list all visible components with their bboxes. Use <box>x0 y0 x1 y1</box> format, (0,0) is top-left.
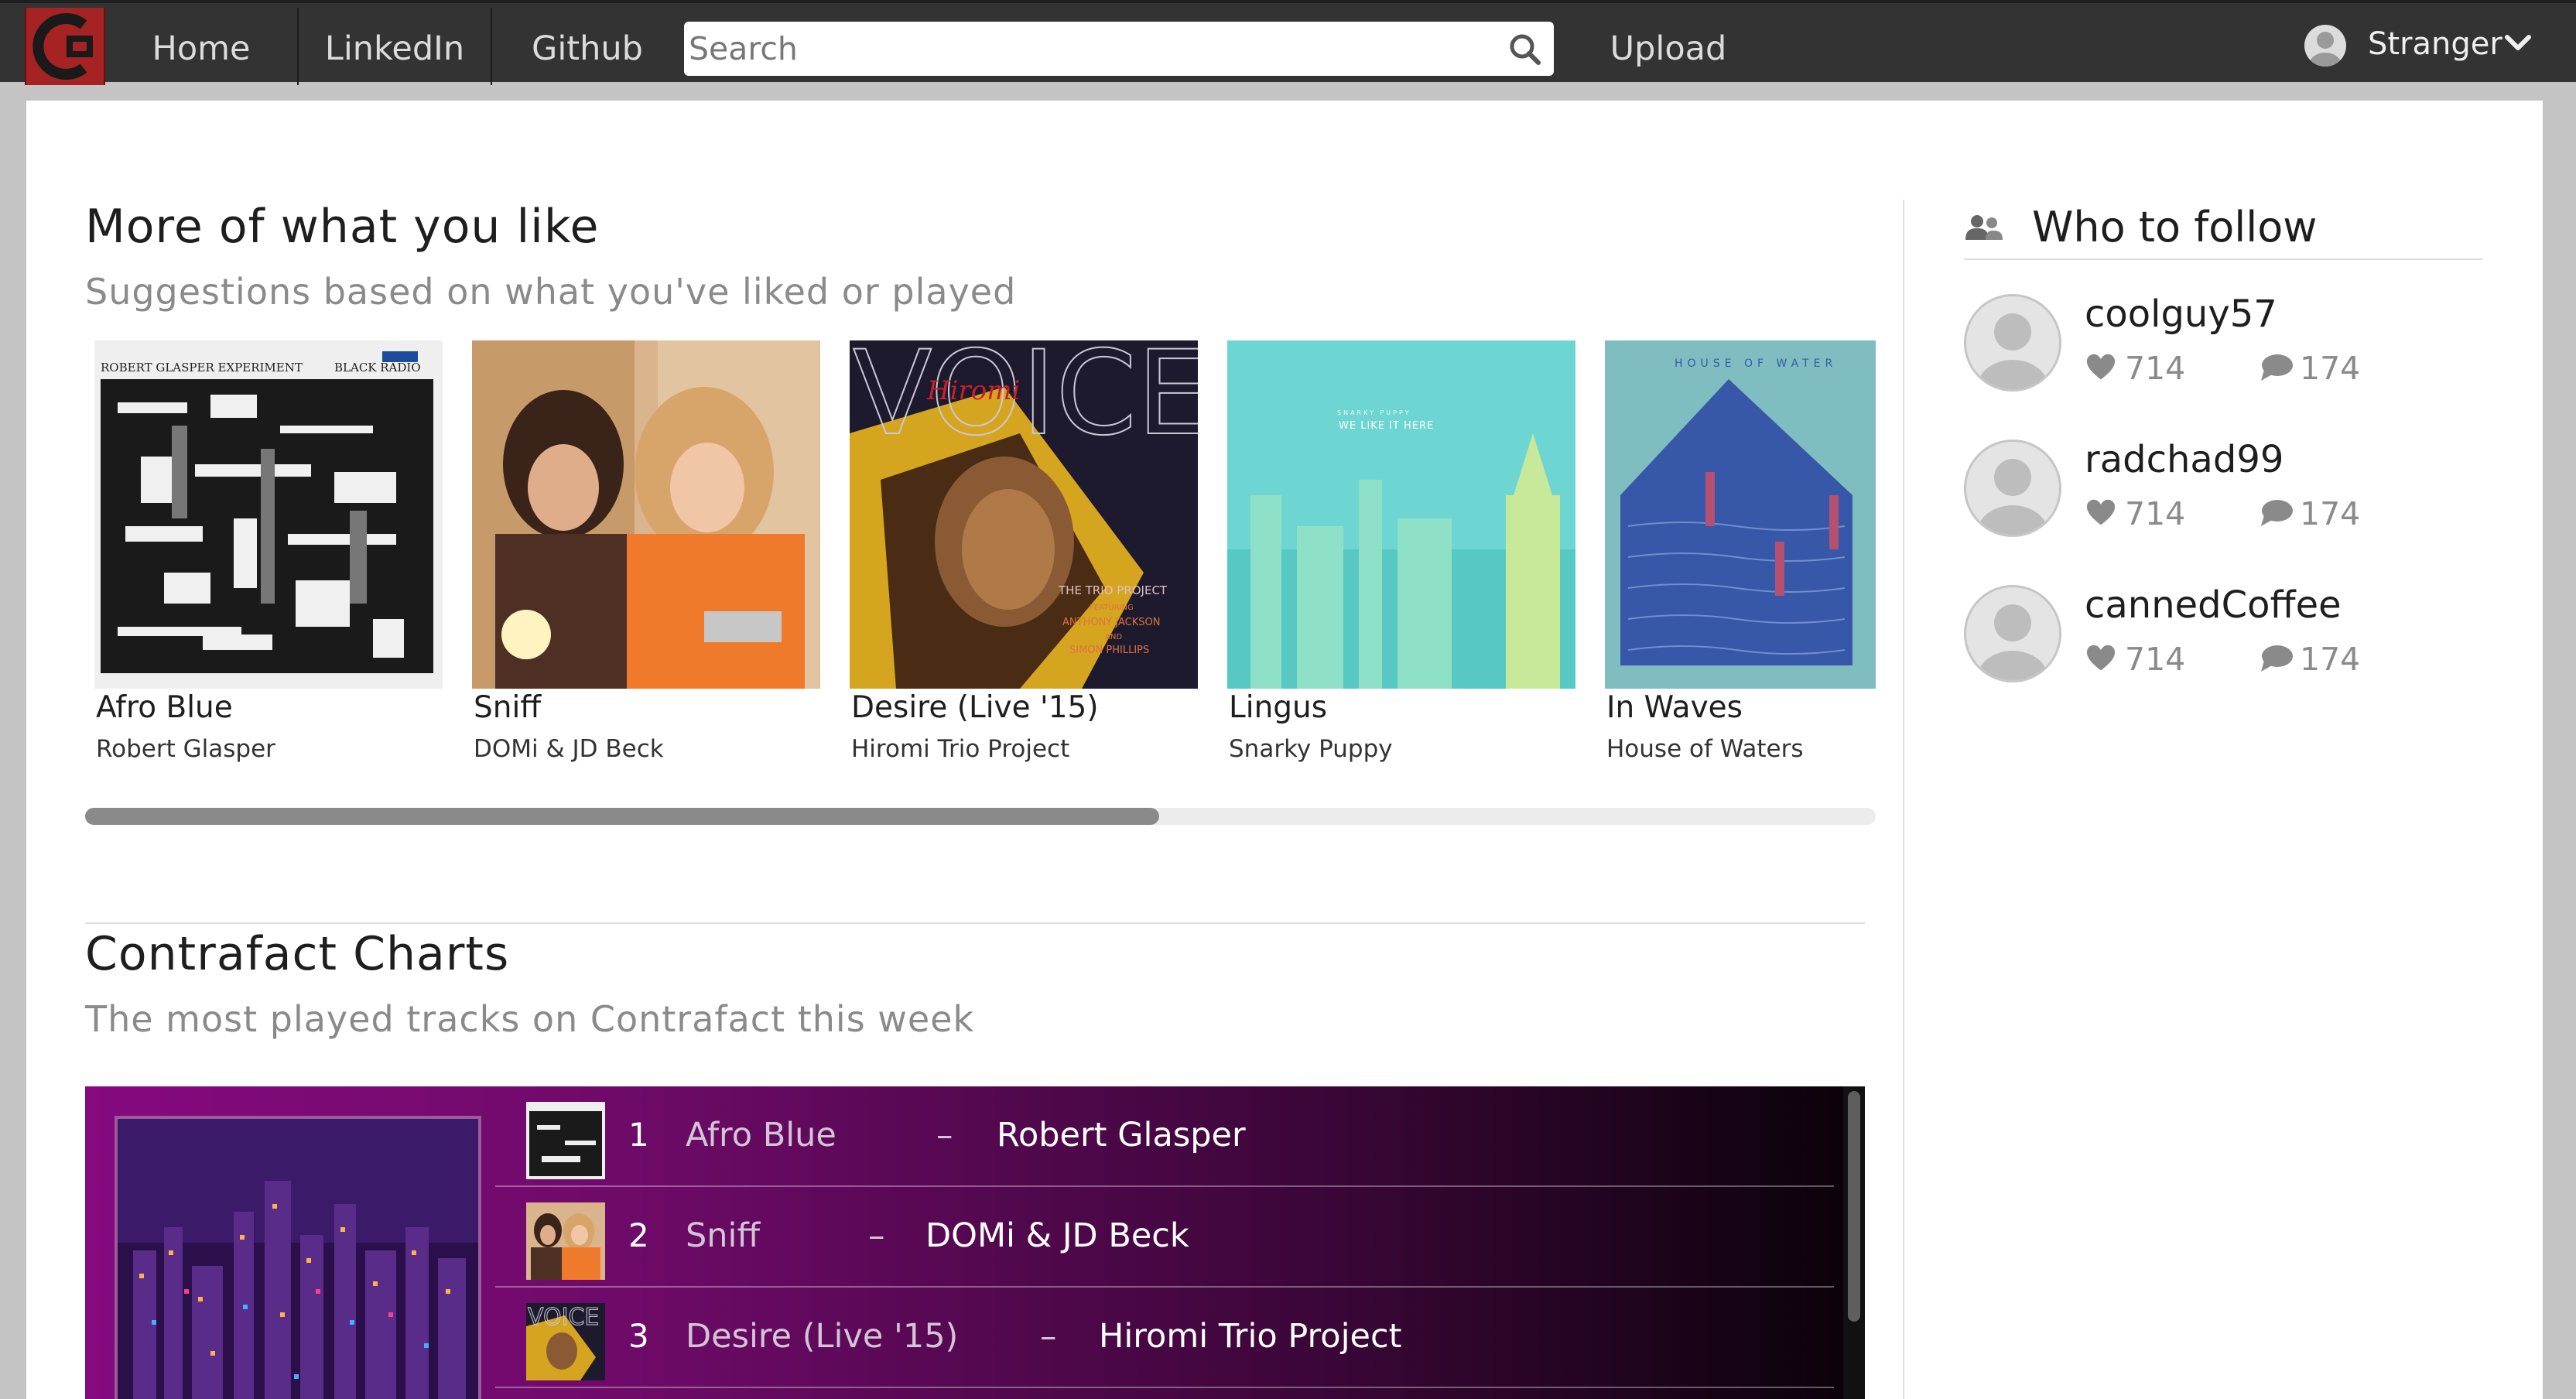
carousel-scroll-thumb[interactable] <box>85 808 1159 825</box>
album-cover[interactable]: SNARKY PUPPY WE LIKE IT HERE <box>1227 340 1575 689</box>
column-divider <box>1903 200 1904 1399</box>
svg-text:THE TRIO PROJECT: THE TRIO PROJECT <box>1058 583 1168 597</box>
svg-text:SIMON PHILLIPS: SIMON PHILLIPS <box>1069 645 1149 656</box>
album-artist[interactable]: House of Waters <box>1606 735 1804 763</box>
who-to-follow-header: Who to follow <box>1964 197 2482 260</box>
album-cover[interactable] <box>472 340 820 689</box>
chart-row[interactable]: VOICE 3 Desire (Live '15) – Hiromi Trio … <box>495 1288 1834 1388</box>
comment-icon <box>2261 645 2293 672</box>
follow-username[interactable]: radchad99 <box>2085 438 2284 481</box>
nav-home-link[interactable]: Home <box>105 8 297 85</box>
svg-text:VOICE: VOICE <box>853 340 1198 461</box>
follow-username[interactable]: cannedCoffee <box>2085 583 2342 627</box>
upload-link[interactable]: Upload <box>1583 8 1753 85</box>
album-title[interactable]: Sniff <box>474 690 541 725</box>
chart-track-thumbnail[interactable]: VOICE <box>526 1303 605 1380</box>
chart-separator: – <box>936 1116 953 1154</box>
chart-track-artist[interactable]: Hiromi Trio Project <box>1099 1317 1402 1356</box>
who-to-follow-title: Who to follow <box>2032 203 2318 251</box>
comment-icon <box>2261 354 2293 381</box>
likes-count: 714 <box>2125 495 2186 532</box>
svg-text:ANTHONY JACKSON: ANTHONY JACKSON <box>1062 617 1160 628</box>
follow-user-card[interactable]: coolguy57 714 174 <box>1964 292 2490 402</box>
avatar[interactable] <box>1964 585 2061 682</box>
svg-text:BLACK RADIO: BLACK RADIO <box>334 361 421 375</box>
chart-track-artist[interactable]: DOMi & JD Beck <box>925 1216 1189 1255</box>
album-carousel: ROBERT GLASPER EXPERIMENT BLACK RADIO Af… <box>94 340 1876 774</box>
user-menu[interactable]: Stranger <box>2304 23 2550 73</box>
heart-icon <box>2086 645 2116 671</box>
album-title[interactable]: Lingus <box>1229 690 1327 725</box>
likes-count: 714 <box>2125 641 2186 678</box>
svg-text:AND: AND <box>1105 633 1122 641</box>
suggestions-subtitle: Suggestions based on what you've liked o… <box>85 271 1017 313</box>
suggestions-title: More of what you like <box>85 200 600 254</box>
album-cover[interactable]: ROBERT GLASPER EXPERIMENT BLACK RADIO <box>94 340 443 689</box>
album-artist[interactable]: Hiromi Trio Project <box>851 735 1069 763</box>
chart-cover-image <box>115 1116 481 1399</box>
album-artist[interactable]: Snarky Puppy <box>1229 735 1393 763</box>
chart-row[interactable]: 1 Afro Blue – Robert Glasper <box>495 1086 1834 1187</box>
comments-count: 174 <box>2300 350 2361 387</box>
album-artist[interactable]: DOMi & JD Beck <box>474 735 664 763</box>
nav-github-link[interactable]: Github <box>492 8 682 85</box>
users-icon <box>1965 215 2003 240</box>
charts-panel: 1 Afro Blue – Robert Glasper 2 Sniff – D… <box>85 1086 1865 1399</box>
carousel-scrollbar[interactable] <box>85 808 1876 825</box>
likes-count: 714 <box>2125 350 2186 387</box>
svg-text:VOICE: VOICE <box>528 1304 599 1331</box>
svg-text:ROBERT GLASPER EXPERIMENT: ROBERT GLASPER EXPERIMENT <box>101 361 303 375</box>
svg-text:WE LIKE IT HERE: WE LIKE IT HERE <box>1339 420 1434 432</box>
chevron-down-icon[interactable] <box>2504 32 2532 53</box>
comments-count: 174 <box>2300 495 2361 532</box>
chart-rank: 1 <box>628 1116 649 1154</box>
album-artist[interactable]: Robert Glasper <box>96 735 275 763</box>
charts-scrollbar[interactable] <box>1843 1086 1865 1399</box>
album-title[interactable]: Afro Blue <box>96 690 233 725</box>
search-bar <box>684 22 1554 76</box>
chart-track-title[interactable]: Desire (Live '15) <box>686 1317 958 1356</box>
section-divider <box>85 922 1865 924</box>
chart-track-artist[interactable]: Robert Glasper <box>997 1116 1246 1154</box>
svg-text:SNARKY PUPPY: SNARKY PUPPY <box>1337 409 1411 416</box>
logo-icon <box>32 13 93 80</box>
album-cover[interactable]: VOICE Hiromi THE TRIO PROJECT FEATURING … <box>850 340 1198 689</box>
chart-rank: 2 <box>628 1216 649 1254</box>
comments-count: 174 <box>2300 641 2361 678</box>
user-avatar-icon <box>2304 25 2346 67</box>
chart-separator: – <box>868 1216 885 1255</box>
svg-text:FEATURING: FEATURING <box>1090 604 1134 612</box>
nav-linkedin-link[interactable]: LinkedIn <box>299 8 491 85</box>
avatar[interactable] <box>1964 440 2061 537</box>
top-navbar: Home LinkedIn Github Upload Stranger <box>0 0 2576 85</box>
svg-text:Hiromi: Hiromi <box>926 375 1020 406</box>
heart-icon <box>2086 499 2116 525</box>
user-name: Stranger <box>2368 26 2502 62</box>
comment-icon <box>2261 500 2293 526</box>
chart-row[interactable]: 2 Sniff – DOMi & JD Beck <box>495 1187 1834 1288</box>
charts-title: Contrafact Charts <box>85 927 510 981</box>
chart-rank: 3 <box>628 1317 649 1355</box>
album-cover[interactable]: HOUSE OF WATER <box>1605 340 1876 689</box>
chart-track-thumbnail[interactable] <box>526 1202 605 1280</box>
avatar[interactable] <box>1964 294 2061 392</box>
follow-username[interactable]: coolguy57 <box>2085 292 2277 336</box>
heart-icon <box>2086 354 2116 380</box>
svg-text:HOUSE OF WATER: HOUSE OF WATER <box>1675 357 1837 370</box>
album-title[interactable]: Desire (Live '15) <box>851 690 1099 725</box>
search-input[interactable] <box>689 26 1486 71</box>
chart-track-thumbnail[interactable] <box>526 1102 605 1179</box>
search-icon[interactable] <box>1507 32 1543 67</box>
album-title[interactable]: In Waves <box>1606 690 1743 725</box>
follow-user-card[interactable]: cannedCoffee 714 174 <box>1964 583 2490 693</box>
chart-track-title[interactable]: Afro Blue <box>686 1116 836 1154</box>
logo[interactable] <box>25 8 105 85</box>
charts-scroll-thumb[interactable] <box>1848 1091 1860 1322</box>
follow-user-card[interactable]: radchad99 714 174 <box>1964 438 2490 548</box>
chart-separator: – <box>1040 1317 1057 1356</box>
charts-subtitle: The most played tracks on Contrafact thi… <box>85 998 975 1040</box>
chart-track-title[interactable]: Sniff <box>686 1216 760 1255</box>
